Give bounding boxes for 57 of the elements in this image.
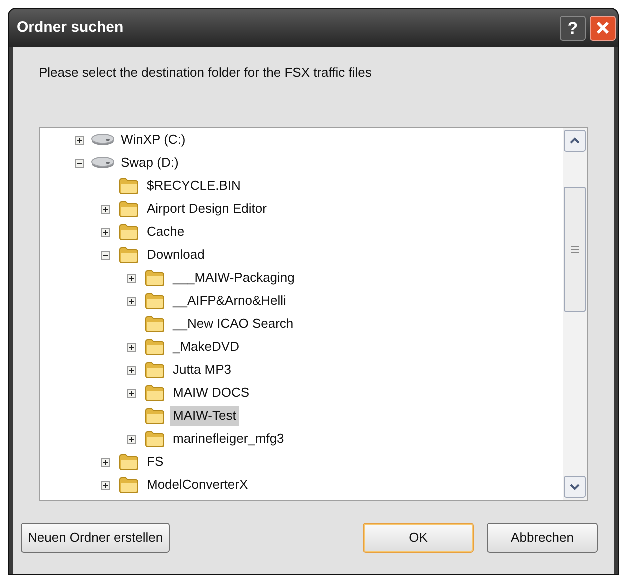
folder-icon — [145, 292, 165, 310]
help-button[interactable]: ? — [560, 16, 586, 40]
grip-icon — [571, 246, 579, 252]
tree-item[interactable]: MAIW-Test — [170, 406, 240, 426]
scroll-thumb[interactable] — [564, 186, 586, 312]
tree-item[interactable]: ___MAIW-Packaging — [170, 268, 298, 288]
window-title: Ordner suchen — [17, 18, 124, 38]
scroll-up-icon[interactable] — [564, 130, 586, 152]
instruction-text: Please select the destination folder for the FSX traffic files — [39, 64, 373, 82]
tree-item[interactable]: $RECYCLE.BIN — [144, 176, 244, 196]
folder-icon — [119, 476, 139, 494]
folder-icon — [119, 200, 139, 218]
folder-icon — [119, 454, 139, 470]
expand-icon[interactable] — [75, 136, 84, 144]
tree-item[interactable]: __New ICAO Search — [170, 314, 297, 334]
folder-icon — [145, 408, 165, 424]
folder-icon — [119, 178, 139, 194]
tree-item[interactable]: ModelConverterX — [144, 475, 252, 495]
drive-icon — [91, 157, 115, 169]
tree-item[interactable]: Download — [144, 245, 208, 265]
folder-icon — [119, 246, 139, 264]
collapse-icon[interactable] — [75, 158, 84, 168]
expand-icon[interactable] — [127, 342, 136, 352]
folder-icon — [145, 430, 165, 448]
tree-item[interactable]: marinefleiger_mfg3 — [170, 429, 288, 449]
collapse-icon[interactable] — [101, 250, 110, 260]
expand-icon[interactable] — [101, 228, 110, 236]
expand-icon[interactable] — [127, 366, 136, 374]
tree-item[interactable]: MAIW DOCS — [170, 383, 253, 403]
tree-item[interactable]: __AIFP&Arno&Helli — [170, 291, 290, 311]
expand-icon[interactable] — [127, 274, 136, 282]
tree-item[interactable]: _MakeDVD — [170, 337, 242, 357]
scroll-down-icon[interactable] — [564, 476, 586, 498]
tree-item[interactable]: Airport Design Editor — [144, 199, 270, 219]
expand-icon[interactable] — [101, 204, 110, 214]
folder-icon — [145, 338, 165, 356]
folder-icon — [145, 362, 165, 378]
expand-icon[interactable] — [101, 480, 110, 490]
tree-item[interactable]: WinXP (C:) — [118, 130, 189, 150]
tree-item[interactable]: Jutta MP3 — [170, 360, 235, 380]
tree-item[interactable]: Swap (D:) — [118, 153, 182, 173]
dialog-button[interactable]: Neuen Ordner erstellen — [21, 522, 170, 552]
expand-icon[interactable] — [101, 458, 110, 466]
tree-item[interactable]: Cache — [144, 222, 188, 242]
folder-icon — [145, 270, 165, 286]
drive-icon — [91, 134, 115, 146]
folder-icon — [119, 224, 139, 240]
expand-icon[interactable] — [127, 388, 136, 398]
expand-icon[interactable] — [127, 296, 136, 306]
tree-item[interactable]: FS — [144, 452, 167, 472]
expand-icon[interactable] — [127, 434, 136, 444]
close-icon — [596, 21, 610, 35]
folder-icon — [145, 384, 165, 402]
dialog-button[interactable]: OK — [363, 522, 474, 552]
close-button[interactable] — [590, 16, 616, 40]
dialog-button[interactable]: Abbrechen — [487, 522, 598, 552]
folder-icon — [145, 316, 165, 332]
